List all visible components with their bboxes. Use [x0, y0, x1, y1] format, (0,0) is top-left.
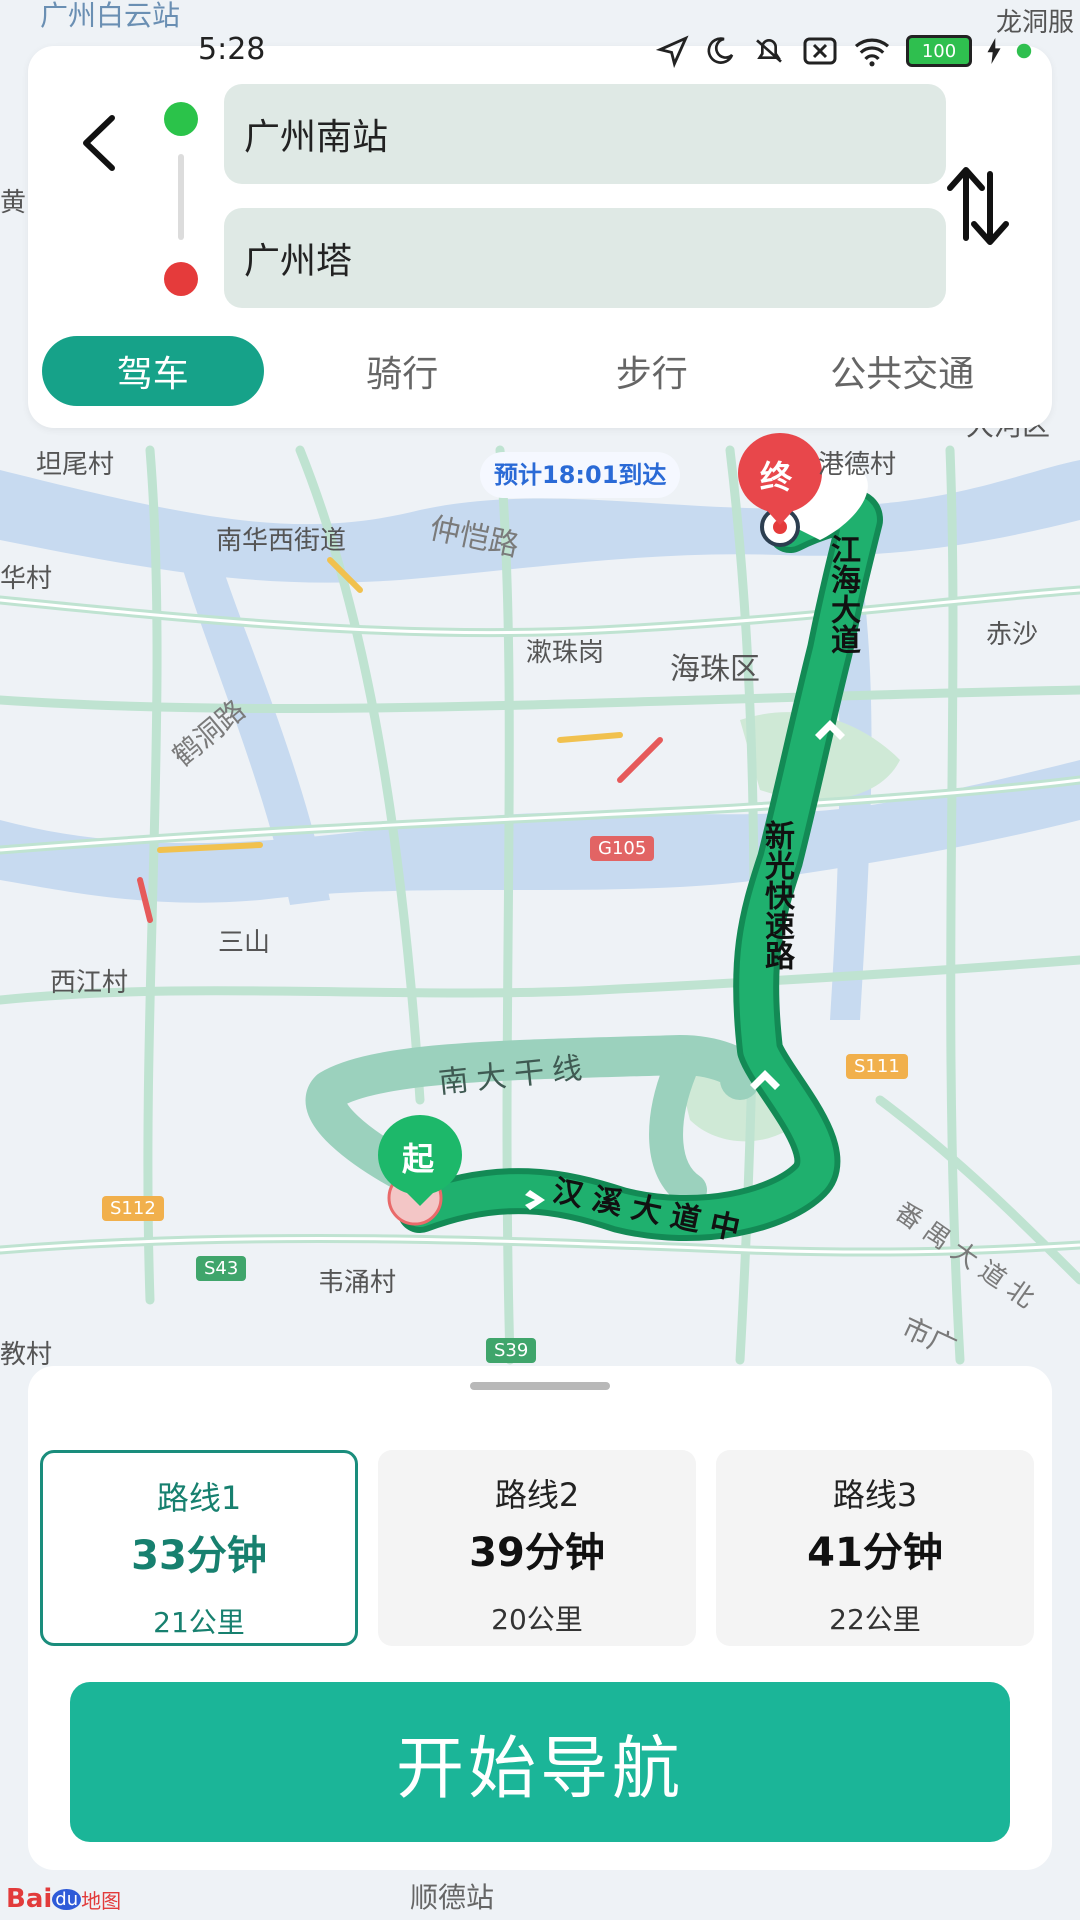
- route-search-panel: 广州南站 广州塔 驾车 骑行 步行 公共交通: [28, 46, 1052, 428]
- battery-level: 100: [921, 40, 957, 62]
- road-label-xinguang: 新光快速路: [759, 820, 794, 970]
- baidu-logo-paw: du: [52, 1888, 82, 1910]
- road-label-jianghai: 江海大道: [825, 534, 860, 654]
- route-name: 路线1: [156, 1479, 242, 1517]
- baidu-logo-map: 地图: [81, 1888, 122, 1913]
- map-label: 海珠区: [670, 652, 760, 687]
- route-options-panel: 路线1 33分钟 21公里 路线2 39分钟 20公里 路线3 41分钟 22公…: [28, 1366, 1052, 1870]
- end-marker-label: 终: [760, 458, 793, 496]
- map-label: 三山: [218, 928, 271, 958]
- tab-walk[interactable]: 步行: [541, 336, 763, 406]
- swap-button[interactable]: [938, 156, 1018, 256]
- route-shield-s111: S111: [846, 1054, 908, 1079]
- map-label: 坦尾村: [36, 450, 115, 480]
- route-time: 33分钟: [131, 1533, 267, 1579]
- route-option-2[interactable]: 路线2 39分钟 20公里: [378, 1450, 696, 1646]
- route-shield-s112: S112: [102, 1196, 164, 1221]
- status-bar: 5:28 100: [0, 28, 1080, 76]
- start-navigation-button[interactable]: 开始导航: [70, 1682, 1010, 1842]
- route-time: 41分钟: [807, 1530, 943, 1576]
- map-label: 赤沙: [986, 620, 1039, 650]
- origin-dot-icon: [164, 102, 198, 136]
- moon-icon: [707, 37, 734, 64]
- route-time: 39分钟: [469, 1530, 605, 1576]
- baidu-logo-text: Bai: [6, 1884, 53, 1914]
- back-button[interactable]: [68, 104, 128, 174]
- battery-icon: 100: [906, 35, 972, 67]
- destination-dot-icon: [164, 262, 198, 296]
- tab-transit[interactable]: 公共交通: [791, 336, 1014, 406]
- map-label: 顺德站: [410, 1881, 495, 1914]
- charging-icon: [987, 38, 1001, 64]
- location-icon: [656, 35, 689, 68]
- status-time: 5:28: [198, 32, 266, 67]
- route-shield-s39: S39: [486, 1338, 537, 1363]
- wifi-icon: [854, 38, 890, 67]
- map-label: 港德村: [818, 450, 897, 480]
- eta-banner: 预计18:01到达: [480, 452, 681, 498]
- travel-mode-tabs: 驾车 骑行 步行 公共交通: [42, 336, 1042, 406]
- swap-vertical-icon: [947, 167, 1009, 245]
- route-distance: 21公里: [153, 1606, 245, 1639]
- sim-off-icon: [803, 37, 837, 65]
- origin-input[interactable]: 广州南站: [224, 84, 946, 184]
- map-label: 漱珠岗: [526, 638, 605, 668]
- route-option-3[interactable]: 路线3 41分钟 22公里: [716, 1450, 1034, 1646]
- tab-bike[interactable]: 骑行: [292, 336, 514, 406]
- chevron-left-icon: [83, 115, 115, 171]
- drag-handle[interactable]: [470, 1382, 610, 1390]
- notification-dot-icon: [1016, 43, 1032, 59]
- destination-input[interactable]: 广州塔: [224, 208, 946, 308]
- map-label: 教村: [0, 1340, 53, 1370]
- route-distance: 20公里: [491, 1603, 583, 1636]
- start-marker-label: 起: [402, 1140, 435, 1178]
- map-label: 华村: [0, 564, 53, 594]
- route-list: 路线1 33分钟 21公里 路线2 39分钟 20公里 路线3 41分钟 22公…: [40, 1450, 1040, 1646]
- route-connector: [178, 154, 184, 240]
- route-option-1[interactable]: 路线1 33分钟 21公里: [40, 1450, 358, 1646]
- route-name: 路线2: [494, 1476, 580, 1514]
- map-label: 韦涌村: [318, 1268, 397, 1298]
- mute-icon: [756, 39, 782, 63]
- route-distance: 22公里: [829, 1603, 921, 1636]
- baidu-logo: Bai du 地图: [6, 1884, 121, 1914]
- tab-drive[interactable]: 驾车: [42, 336, 264, 406]
- map-label: 南华西街道: [216, 526, 347, 556]
- route-name: 路线3: [832, 1476, 918, 1514]
- map-label: 黄: [0, 188, 27, 218]
- route-shield-g105: G105: [590, 836, 655, 861]
- map-label: 西江村: [50, 968, 129, 998]
- route-shield-s43: S43: [196, 1256, 247, 1281]
